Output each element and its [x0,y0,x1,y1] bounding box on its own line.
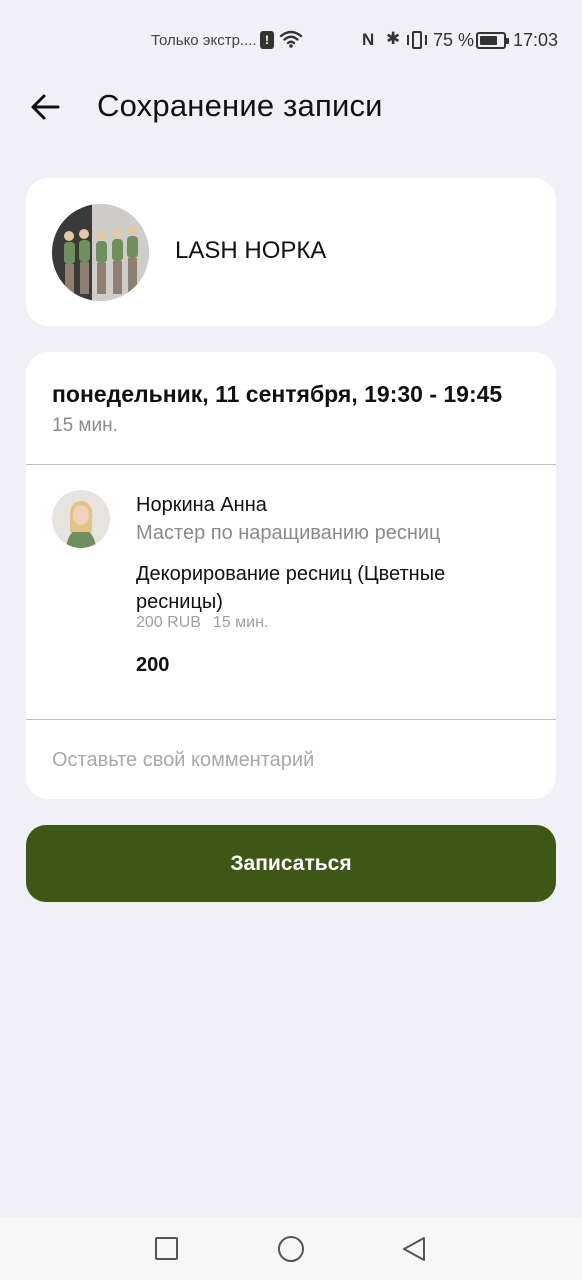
vibrate-icon [406,30,428,50]
service-meta: 200 RUB 15 мин. [136,614,268,632]
nfc-icon: N [362,30,375,49]
system-nav-bar [0,1217,582,1280]
comment-input[interactable] [52,742,532,778]
wifi-icon [279,30,303,48]
divider [26,464,556,465]
nav-back-button[interactable] [401,1235,427,1263]
salon-avatar [52,204,149,301]
master-avatar [52,490,110,548]
service-price: 200 RUB [136,614,201,631]
service-name: Декорирование ресниц (Цветные ресницы) [136,563,446,613]
book-button[interactable]: Записаться [26,825,556,902]
battery-percent: 75 % [433,30,475,50]
status-time: 17:03 [513,30,559,50]
battery-icon [476,32,509,49]
bluetooth-icon: ✱ [386,29,401,48]
master-role: Мастер по наращиванию ресниц [136,522,441,544]
service-total: 200 [136,654,170,676]
master-name: Норкина Анна [136,494,267,516]
booking-details-card: понедельник, 11 сентября, 19:30 - 19:45 … [26,352,556,799]
salon-card: LASH НОРКА [26,178,556,326]
page-title: Сохранение записи [97,88,383,123]
salon-name: LASH НОРКА [175,237,327,264]
divider [26,719,556,720]
arrow-left-icon [31,94,60,120]
recent-apps-button[interactable] [155,1237,178,1260]
home-button[interactable] [278,1236,304,1262]
alert-icon: ! [260,31,274,49]
booking-datetime: понедельник, 11 сентября, 19:30 - 19:45 [52,381,503,407]
status-notice: Только экстр.... [151,32,257,49]
booking-confirmation-screen: Только экстр.... ! N ✱ 75 % 17:03 Сохран… [0,0,582,1280]
back-button[interactable] [26,86,66,128]
service-duration: 15 мин. [212,614,269,631]
booking-duration: 15 мин. [52,415,118,436]
status-bar: Только экстр.... ! N ✱ 75 % 17:03 [0,0,582,80]
